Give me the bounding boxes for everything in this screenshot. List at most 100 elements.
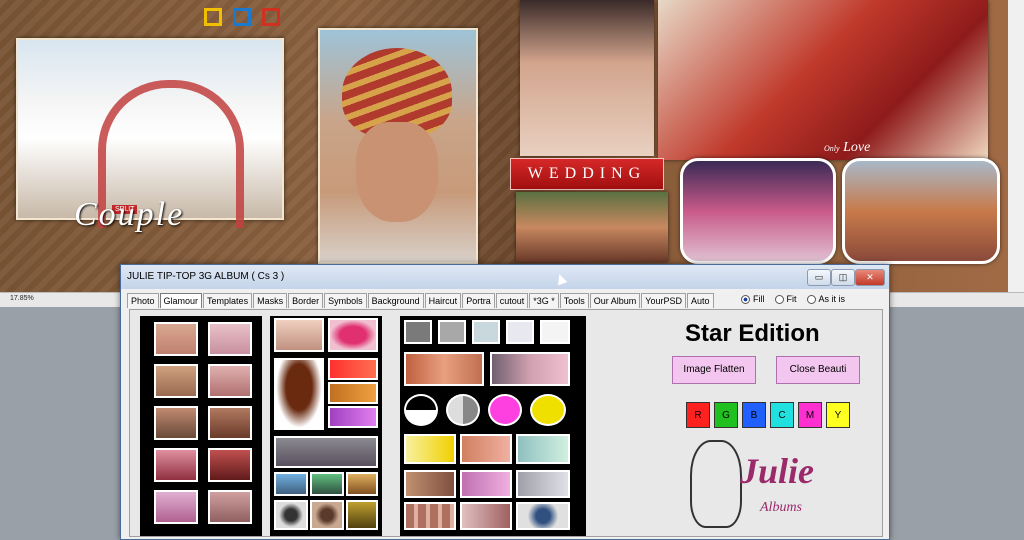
eye-thumb[interactable] (208, 406, 252, 440)
skin-thumb[interactable] (460, 434, 512, 464)
mandap-photo (16, 38, 284, 228)
skin-thumb[interactable] (460, 470, 512, 498)
gray-swatch[interactable] (404, 320, 432, 344)
eye-thumb[interactable] (154, 406, 198, 440)
fit-option-as-it-is[interactable]: As it is (806, 294, 845, 304)
eye-closeup-thumb[interactable] (516, 502, 570, 530)
dance-photo-left (680, 158, 836, 264)
title-bar[interactable]: JULIE TIP-TOP 3G ALBUM ( Cs 3 ) ▭ ◫ ✕ (121, 265, 889, 289)
tab-our-album[interactable]: Our Album (589, 293, 641, 308)
zoom-level: 17.85% (10, 295, 34, 302)
eye-thumb[interactable] (154, 490, 198, 524)
eyeliner-thumb[interactable] (310, 500, 344, 530)
eye-thumb[interactable] (154, 448, 198, 482)
logo-face-sketch (690, 440, 742, 528)
eyeshadow-thumb[interactable] (310, 472, 344, 496)
glamour-panel: Star Edition Image Flatten Close Beauti … (129, 309, 883, 537)
couple-title: Couple (74, 196, 185, 233)
groom-portrait (318, 28, 478, 264)
tab-haircut[interactable]: Haircut (424, 293, 462, 308)
skin-thumb[interactable] (404, 470, 456, 498)
album-canvas: SPLIT Couple WEDDING Only Love (0, 0, 1024, 292)
radio-icon[interactable] (741, 294, 750, 304)
gray-swatch[interactable] (438, 320, 466, 344)
radio-icon[interactable] (774, 294, 784, 304)
lips-thumb[interactable] (328, 318, 378, 352)
tab-glamour[interactable]: Glamour (159, 293, 203, 308)
bw-circle[interactable] (404, 394, 438, 426)
eye-thumb[interactable] (154, 322, 198, 356)
eyes-strip[interactable] (274, 436, 378, 468)
color-button-y[interactable]: Y (826, 402, 850, 428)
fit-options: Fill Fit As it is (741, 294, 855, 304)
dance-photo-right (842, 158, 1000, 264)
gray-circle[interactable] (446, 394, 480, 426)
close-beauti-button[interactable]: Close Beauti (776, 356, 860, 384)
close-button[interactable]: ✕ (855, 269, 885, 286)
tab-cutout[interactable]: cutout (495, 293, 529, 308)
eyeliner-thumb[interactable] (346, 500, 378, 530)
gray-swatch[interactable] (472, 320, 500, 344)
effects-grid (400, 316, 586, 536)
face-effect-thumb[interactable] (404, 352, 484, 386)
logo-word: Julie (740, 451, 815, 491)
fit-option-fill[interactable]: Fill (741, 294, 765, 304)
restore-button[interactable]: ◫ (831, 269, 855, 286)
eyeshadow-thumb[interactable] (346, 472, 378, 496)
julie-album-dialog: JULIE TIP-TOP 3G ALBUM ( Cs 3 ) ▭ ◫ ✕ Ph… (120, 264, 890, 540)
tab-yourpsd[interactable]: YourPSD (641, 293, 686, 308)
tab-masks[interactable]: Masks (253, 293, 288, 308)
eye-thumb[interactable] (208, 448, 252, 482)
yellow-gradient[interactable] (404, 434, 456, 464)
gray-swatch[interactable] (506, 320, 534, 344)
magenta-circle[interactable] (488, 394, 522, 426)
tab-background[interactable]: Background (367, 293, 424, 308)
vertical-scrollbar[interactable] (1008, 0, 1024, 292)
image-flatten-button[interactable]: Image Flatten (672, 356, 756, 384)
color-button-m[interactable]: M (798, 402, 822, 428)
logo-subtitle: Albums (760, 500, 802, 515)
wedding-banner: WEDDING (510, 158, 664, 190)
radio-icon[interactable] (806, 294, 816, 304)
tab-border[interactable]: Border (288, 293, 324, 308)
hair-color-red[interactable] (328, 358, 378, 380)
eye-thumb[interactable] (208, 364, 252, 398)
minimize-button[interactable]: ▭ (807, 269, 831, 286)
star-edition-title: Star Edition (685, 320, 820, 347)
color-button-g[interactable]: G (714, 402, 738, 428)
tab-3g[interactable]: *3G * (529, 293, 559, 308)
love-text: Only Love (824, 140, 870, 156)
tab-templates[interactable]: Templates (203, 293, 253, 308)
tab-photo[interactable]: Photo (127, 293, 159, 308)
color-button-c[interactable]: C (770, 402, 794, 428)
face-thumb[interactable] (274, 318, 324, 352)
tab-symbols[interactable]: Symbols (324, 293, 367, 308)
skin-thumb[interactable] (516, 434, 570, 464)
hair-color-purple[interactable] (328, 406, 378, 428)
gray-swatch[interactable] (540, 320, 570, 344)
collage-thumb[interactable] (460, 502, 512, 530)
love-word: Love (843, 140, 871, 155)
color-button-b[interactable]: B (742, 402, 766, 428)
eyeliner-thumb[interactable] (274, 500, 308, 530)
skin-thumb[interactable] (516, 470, 570, 498)
fit-option-fit[interactable]: Fit (774, 294, 797, 304)
eye-thumb[interactable] (154, 364, 198, 398)
color-button-r[interactable]: R (686, 402, 710, 428)
tab-auto[interactable]: Auto (687, 293, 714, 308)
eye-thumb[interactable] (208, 322, 252, 356)
makeup-grid (270, 316, 382, 536)
hair-color-brown[interactable] (328, 382, 378, 404)
eyeshadow-thumb[interactable] (274, 472, 308, 496)
eye-thumb[interactable] (208, 490, 252, 524)
ceremony-photo (516, 192, 668, 262)
color-square-blue (233, 8, 251, 26)
collage-thumb[interactable] (404, 502, 456, 530)
face-effect-thumb[interactable] (490, 352, 570, 386)
tab-portra[interactable]: Portra (462, 293, 495, 308)
couple-photo (658, 0, 988, 160)
yellow-circle[interactable] (530, 394, 566, 426)
bride-portrait (520, 0, 654, 156)
hair-thumb[interactable] (274, 358, 324, 430)
tab-tools[interactable]: Tools (559, 293, 589, 308)
